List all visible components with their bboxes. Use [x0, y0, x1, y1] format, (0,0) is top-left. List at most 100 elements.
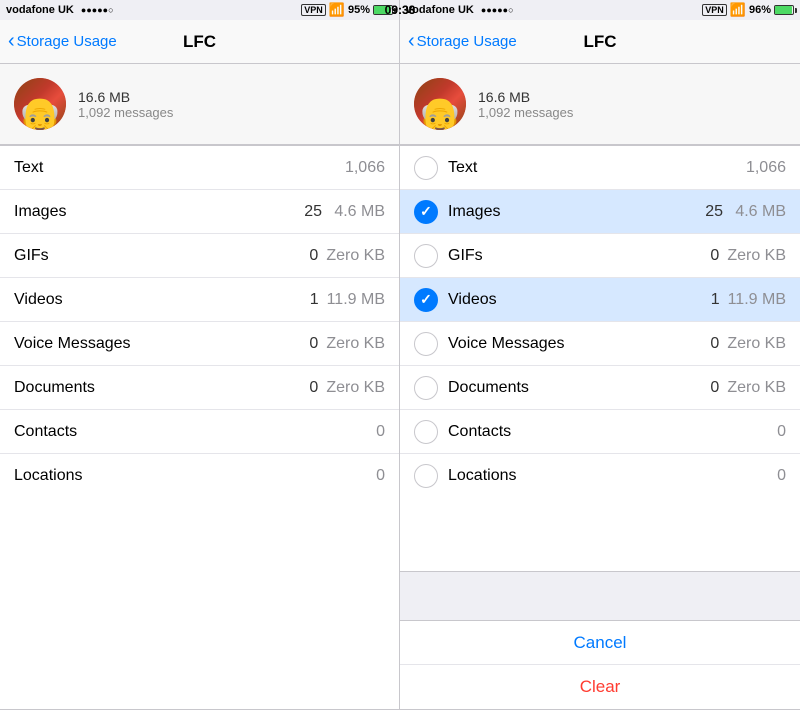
- clear-button[interactable]: Clear: [400, 665, 800, 709]
- battery-label: 95%: [348, 4, 370, 16]
- panel-right: vodafone UK ●●●●●○ 09:33 VPN 📶 96% ‹ Sto…: [400, 0, 800, 710]
- avatar: 👴: [414, 78, 466, 130]
- status-left: vodafone UK ●●●●●○: [406, 4, 514, 16]
- row-label: Text: [448, 159, 746, 177]
- row-checkbox[interactable]: [414, 420, 438, 444]
- profile-info: 16.6 MB 1,092 messages: [478, 89, 573, 120]
- action-section: CancelClear: [400, 620, 800, 710]
- status-left: vodafone UK ●●●●●○: [6, 4, 114, 16]
- nav-title: LFC: [183, 32, 216, 52]
- row-size: 11.9 MB: [327, 291, 385, 309]
- storage-table: Text1,066Images254.6 MBGIFs0Zero KBVideo…: [400, 145, 800, 572]
- row-checkbox[interactable]: [414, 332, 438, 356]
- nav-title: LFC: [583, 32, 616, 52]
- status-right: VPN 📶 95%: [301, 2, 393, 18]
- row-count: 25: [302, 203, 322, 221]
- vpn-badge: VPN: [301, 4, 326, 16]
- row-label: Videos: [14, 291, 299, 309]
- avatar-image: 👴: [418, 98, 463, 130]
- battery-label: 96%: [749, 4, 771, 16]
- row-label: Contacts: [14, 423, 376, 441]
- row-label: Text: [14, 159, 345, 177]
- table-row[interactable]: Documents0Zero KB: [400, 366, 800, 410]
- row-checkbox[interactable]: [414, 244, 438, 268]
- table-row: GIFs0Zero KB: [0, 234, 399, 278]
- row-count: 0: [777, 423, 786, 441]
- table-row[interactable]: GIFs0 Zero KB: [400, 234, 800, 278]
- row-label: Documents: [14, 379, 298, 397]
- row-size: 4.6 MB: [330, 203, 385, 221]
- profile-messages: 1,092 messages: [78, 105, 173, 120]
- row-count: 1: [700, 291, 720, 309]
- table-row: Locations0: [0, 454, 399, 498]
- row-count: 0: [699, 335, 719, 353]
- table-row: Text1,066: [0, 146, 399, 190]
- table-row[interactable]: Locations0: [400, 454, 800, 498]
- row-count: 0: [376, 467, 385, 485]
- row-count: 0: [298, 247, 318, 265]
- row-size: Zero KB: [727, 335, 786, 353]
- row-label: Voice Messages: [14, 335, 298, 353]
- row-label: Contacts: [448, 423, 777, 441]
- table-row: Documents0 Zero KB: [0, 366, 399, 410]
- row-size: Zero KB: [727, 247, 786, 265]
- profile-info: 16.6 MB 1,092 messages: [78, 89, 173, 120]
- row-size: 4.6 MB: [731, 203, 786, 221]
- row-checkbox[interactable]: [414, 376, 438, 400]
- table-row[interactable]: Text1,066: [400, 146, 800, 190]
- table-row[interactable]: Images25 4.6 MB: [400, 190, 800, 234]
- storage-table: Text1,066Images254.6 MBGIFs0Zero KBVideo…: [0, 145, 399, 710]
- avatar: 👴: [14, 78, 66, 130]
- back-button[interactable]: ‹ Storage Usage: [408, 30, 517, 53]
- row-label: GIFs: [14, 247, 298, 265]
- avatar-image: 👴: [18, 98, 63, 130]
- profile-section: 👴 16.6 MB 1,092 messages: [400, 64, 800, 145]
- battery-icon: [774, 5, 794, 15]
- row-size: Zero KB: [326, 335, 385, 353]
- status-right: VPN 📶 96%: [702, 2, 794, 18]
- table-row: Voice Messages0 Zero KB: [0, 322, 399, 366]
- row-count: 0: [777, 467, 786, 485]
- carrier-label: vodafone UK: [6, 4, 74, 16]
- back-label[interactable]: Storage Usage: [17, 33, 117, 50]
- profile-section: 👴 16.6 MB 1,092 messages: [0, 64, 399, 145]
- carrier-label: vodafone UK: [406, 4, 474, 16]
- row-label: Images: [448, 203, 703, 221]
- row-size: Zero KB: [326, 379, 385, 397]
- status-bar: vodafone UK ●●●●●○ 09:33 VPN 📶 96%: [400, 0, 800, 20]
- back-button[interactable]: ‹ Storage Usage: [8, 30, 117, 53]
- wifi-icon: 📶: [329, 2, 345, 18]
- nav-bar: ‹ Storage Usage LFC: [400, 20, 800, 64]
- status-time: 09:33: [385, 3, 416, 17]
- signal-dots: ●●●●●○: [481, 4, 514, 16]
- row-count: 0: [298, 379, 318, 397]
- wifi-icon: 📶: [730, 2, 746, 18]
- row-label: Images: [14, 203, 302, 221]
- cancel-button[interactable]: Cancel: [400, 621, 800, 665]
- row-checkbox[interactable]: [414, 200, 438, 224]
- row-checkbox[interactable]: [414, 464, 438, 488]
- table-row[interactable]: Contacts0: [400, 410, 800, 454]
- back-label[interactable]: Storage Usage: [417, 33, 517, 50]
- row-size: Zero KB: [727, 379, 786, 397]
- row-count: 0: [699, 379, 719, 397]
- row-count: 1,066: [345, 159, 385, 177]
- row-label: Voice Messages: [448, 335, 699, 353]
- row-size: 11.9 MB: [728, 291, 786, 309]
- row-count: 25: [703, 203, 723, 221]
- row-count: 0: [376, 423, 385, 441]
- row-count: 0: [298, 335, 318, 353]
- table-row[interactable]: Videos1 11.9 MB: [400, 278, 800, 322]
- table-row[interactable]: Voice Messages0 Zero KB: [400, 322, 800, 366]
- row-label: Videos: [448, 291, 700, 309]
- back-chevron-icon: ‹: [8, 30, 15, 53]
- row-count: 0: [699, 247, 719, 265]
- panel-left: vodafone UK ●●●●●○ 09:30 VPN 📶 95% ‹ Sto…: [0, 0, 400, 710]
- table-row: Images25 4.6 MB: [0, 190, 399, 234]
- row-count: 1: [299, 291, 319, 309]
- row-checkbox[interactable]: [414, 156, 438, 180]
- row-label: GIFs: [448, 247, 699, 265]
- row-checkbox[interactable]: [414, 288, 438, 312]
- row-label: Locations: [448, 467, 777, 485]
- table-row: Contacts0: [0, 410, 399, 454]
